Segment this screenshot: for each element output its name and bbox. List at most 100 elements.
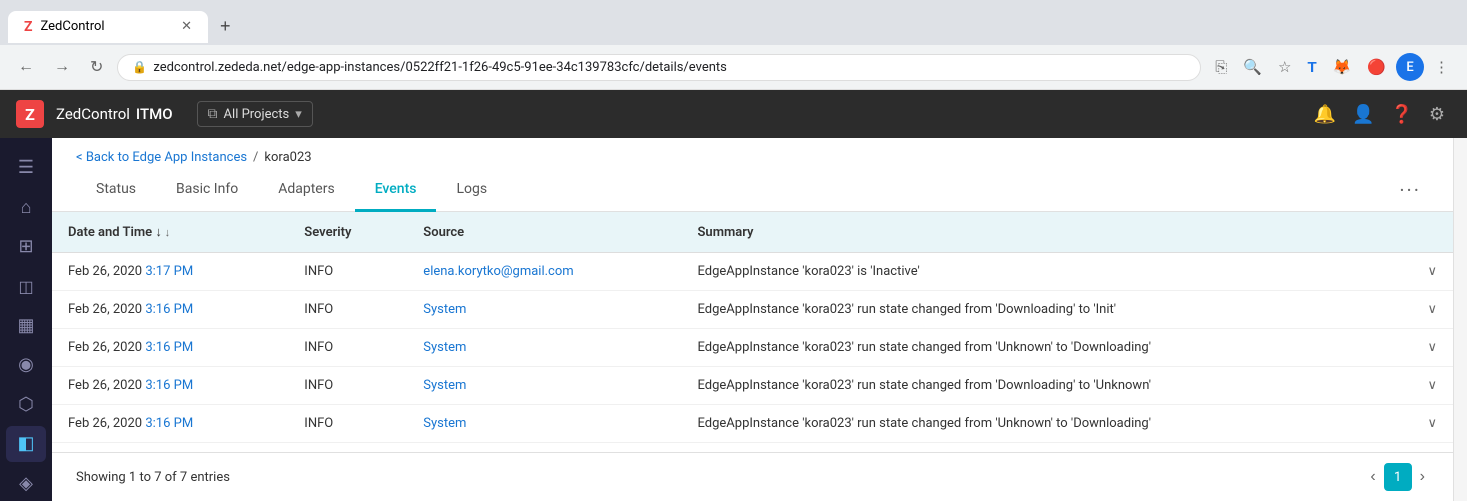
cell-expand-0[interactable]: ∨ (1411, 253, 1453, 291)
cell-time-1: 3:16 PM (145, 302, 193, 317)
url-bar[interactable]: 🔒 zedcontrol.zededa.net/edge-app-instanc… (117, 54, 1201, 81)
cell-time-3: 3:16 PM (145, 378, 193, 393)
url-text: zedcontrol.zededa.net/edge-app-instances… (153, 60, 1186, 75)
project-copy-icon: ⧉ (208, 106, 218, 122)
browser-chrome: Z ZedControl ✕ + ← → ↻ 🔒 zedcontrol.zede… (0, 0, 1467, 90)
ext2-button[interactable]: 🦊 (1327, 54, 1358, 80)
sidebar-item-home[interactable]: ⌂ (6, 189, 46, 224)
cell-datetime-1: Feb 26, 2020 3:16 PM (52, 291, 288, 329)
cell-summary-1: EdgeAppInstance 'kora023' run state chan… (682, 291, 1412, 329)
browser-toolbar: ← → ↻ 🔒 zedcontrol.zededa.net/edge-app-i… (0, 45, 1467, 89)
zoom-button[interactable]: 🔍 (1237, 54, 1268, 80)
cell-source-4: System (407, 405, 681, 443)
bookmark-button[interactable]: ☆ (1272, 54, 1297, 80)
tab-title: ZedControl (41, 19, 174, 34)
sidebar-item-calendar[interactable]: ▦ (6, 308, 46, 343)
cell-expand-5[interactable]: ∨ (1411, 443, 1453, 453)
tabs-more-button[interactable]: ··· (1391, 170, 1429, 210)
ext3-button[interactable]: 🔴 (1361, 54, 1392, 80)
sidebar-item-devices[interactable]: ⊞ (6, 229, 46, 264)
main-layout: ☰ ⌂ ⊞ ◫ ▦ ◉ ⬡ ◧ ◈ < Back to Edge App Ins… (0, 138, 1467, 501)
tab-logs[interactable]: Logs (436, 169, 507, 212)
tab-close-button[interactable]: ✕ (181, 19, 192, 34)
tab-basic-info[interactable]: Basic Info (156, 169, 258, 212)
tab-status[interactable]: Status (76, 169, 156, 212)
table-row: Feb 26, 2020 3:16 PM INFO System EdgeApp… (52, 291, 1453, 329)
tab-adapters[interactable]: Adapters (258, 169, 354, 212)
back-button[interactable]: ← (12, 54, 40, 80)
breadcrumb: < Back to Edge App Instances / kora023 (52, 138, 1453, 169)
cell-source-0: elena.korytko@gmail.com (407, 253, 681, 291)
scrollbar[interactable] (1453, 138, 1467, 501)
browser-tabs: Z ZedControl ✕ + (0, 0, 1467, 45)
project-dropdown-icon: ▾ (295, 107, 302, 122)
tab-logo: Z (24, 19, 33, 35)
cell-source-5: elena.korytko@gmail.com (407, 443, 681, 453)
breadcrumb-separator: / (253, 150, 258, 165)
col-header-expand (1411, 212, 1453, 253)
cell-severity-2: INFO (288, 329, 407, 367)
sidebar-item-monitor[interactable]: ◉ (6, 347, 46, 382)
cell-severity-5: INFO (288, 443, 407, 453)
breadcrumb-back-link[interactable]: < Back to Edge App Instances (76, 150, 247, 165)
col-header-source: Source (407, 212, 681, 253)
sidebar-item-edge-apps[interactable]: ◧ (6, 426, 46, 461)
events-table-container: Date and Time ↓ Severity Source Summary … (52, 212, 1453, 452)
cell-datetime-0: Feb 26, 2020 3:17 PM (52, 253, 288, 291)
col-header-summary: Summary (682, 212, 1412, 253)
events-table: Date and Time ↓ Severity Source Summary … (52, 212, 1453, 452)
ext1-button[interactable]: T (1301, 55, 1322, 80)
top-nav-right: 🔔 👤 ❓ ⚙ (1308, 98, 1451, 131)
prev-page-button[interactable]: ‹ (1366, 466, 1379, 488)
cell-expand-3[interactable]: ∨ (1411, 367, 1453, 405)
forward-button[interactable]: → (48, 54, 76, 80)
notifications-icon[interactable]: 🔔 (1308, 98, 1342, 131)
user-icon[interactable]: 👤 (1346, 98, 1380, 131)
new-tab-button[interactable]: + (208, 8, 243, 45)
settings-icon[interactable]: ⚙ (1423, 98, 1451, 131)
cell-summary-5: EdgeAppInstance 'kora023' is 'Active' (682, 443, 1412, 453)
table-row: Feb 26, 2020 3:17 PM INFO elena.korytko@… (52, 253, 1453, 291)
cell-summary-3: EdgeAppInstance 'kora023' run state chan… (682, 367, 1412, 405)
cell-time-2: 3:16 PM (145, 340, 193, 355)
cell-expand-4[interactable]: ∨ (1411, 405, 1453, 443)
cell-datetime-2: Feb 26, 2020 3:16 PM (52, 329, 288, 367)
col-header-datetime[interactable]: Date and Time ↓ (52, 212, 288, 253)
cell-severity-1: INFO (288, 291, 407, 329)
cell-severity-4: INFO (288, 405, 407, 443)
sidebar-item-shield[interactable]: ⬡ (6, 387, 46, 422)
browser-tab-active[interactable]: Z ZedControl ✕ (8, 11, 208, 43)
cell-datetime-4: Feb 26, 2020 3:16 PM (52, 405, 288, 443)
edge-apps-icon: ◧ (17, 433, 34, 454)
cell-severity-3: INFO (288, 367, 407, 405)
page-1-button[interactable]: 1 (1384, 463, 1412, 491)
cell-datetime-5: Feb 26, 2020 3:15 PM (52, 443, 288, 453)
sidebar-item-settings2[interactable]: ◈ (6, 466, 46, 501)
sidebar-item-apps[interactable]: ◫ (6, 268, 46, 303)
tab-events[interactable]: Events (355, 169, 437, 212)
cell-source-1: System (407, 291, 681, 329)
cell-source-3: System (407, 367, 681, 405)
table-footer: Showing 1 to 7 of 7 entries ‹ 1 › (52, 452, 1453, 501)
cell-time-4: 3:16 PM (145, 416, 193, 431)
footer-showing-text: Showing 1 to 7 of 7 entries (76, 470, 230, 485)
cell-expand-1[interactable]: ∨ (1411, 291, 1453, 329)
col-header-severity: Severity (288, 212, 407, 253)
menu-button[interactable]: ⋮ (1428, 54, 1455, 80)
table-row: Feb 26, 2020 3:15 PM INFO elena.korytko@… (52, 443, 1453, 453)
project-selector[interactable]: ⧉ All Projects ▾ (197, 101, 313, 127)
sidebar-item-menu[interactable]: ☰ (6, 150, 46, 185)
cell-source-2: System (407, 329, 681, 367)
profile-avatar[interactable]: E (1396, 53, 1424, 81)
browser-actions: ⎘ 🔍 ☆ T 🦊 🔴 E ⋮ (1209, 53, 1455, 81)
help-icon[interactable]: ❓ (1384, 98, 1418, 131)
content-area: < Back to Edge App Instances / kora023 S… (52, 138, 1453, 501)
cell-summary-0: EdgeAppInstance 'kora023' is 'Inactive' (682, 253, 1412, 291)
cell-expand-2[interactable]: ∨ (1411, 329, 1453, 367)
app-title: ZedControl (56, 105, 130, 123)
top-nav: Z ZedControl ITMO ⧉ All Projects ▾ 🔔 👤 ❓… (0, 90, 1467, 138)
reload-button[interactable]: ↻ (84, 53, 109, 81)
lock-icon: 🔒 (132, 60, 147, 74)
next-page-button[interactable]: › (1416, 466, 1429, 488)
cast-button[interactable]: ⎘ (1209, 55, 1233, 80)
